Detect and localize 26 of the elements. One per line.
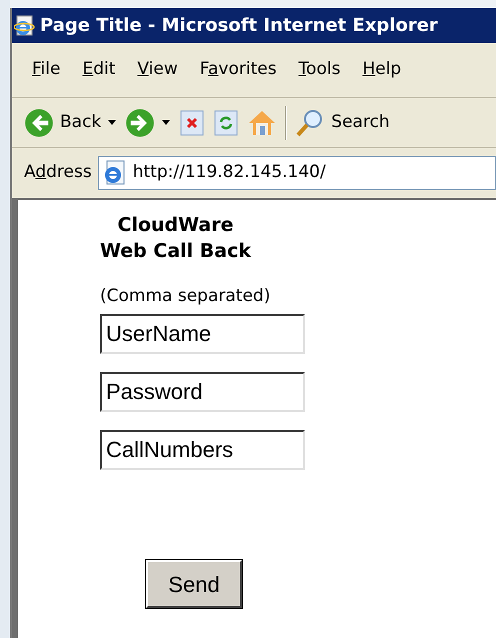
page-heading: CloudWare	[118, 213, 234, 238]
page-heading: Web Call Back	[100, 239, 251, 264]
menu-item[interactable]: File	[32, 57, 60, 83]
menu-item[interactable]: View	[137, 57, 178, 83]
window-title: Page Title - Microsoft Internet Explorer	[40, 14, 438, 38]
menu-item[interactable]: Tools	[298, 57, 340, 83]
input-field[interactable]: Password	[100, 372, 305, 412]
send-button[interactable]: Send	[146, 560, 242, 608]
menu-item[interactable]: Edit	[82, 57, 116, 83]
address-field[interactable]: http://119.82.145.140/	[98, 156, 496, 190]
hint-text: (Comma separated)	[100, 285, 270, 308]
home-icon[interactable]	[247, 108, 278, 136]
input-field[interactable]: UserName	[100, 314, 305, 354]
caret-icon[interactable]	[161, 120, 172, 126]
caret-icon[interactable]	[107, 120, 118, 126]
back-label[interactable]: Back	[60, 110, 102, 136]
search-label[interactable]: Search	[331, 110, 390, 136]
address-label: Address	[24, 161, 92, 184]
page-icon	[102, 160, 127, 186]
input-field[interactable]: CallNumbers	[100, 430, 305, 470]
menu-item[interactable]: Favorites	[200, 57, 277, 83]
url-text: http://119.82.145.140/	[132, 161, 326, 184]
menu-item[interactable]: Help	[362, 57, 402, 83]
browser-icon	[14, 14, 36, 36]
refresh-icon[interactable]	[213, 108, 240, 136]
stop-icon[interactable]	[179, 108, 206, 136]
